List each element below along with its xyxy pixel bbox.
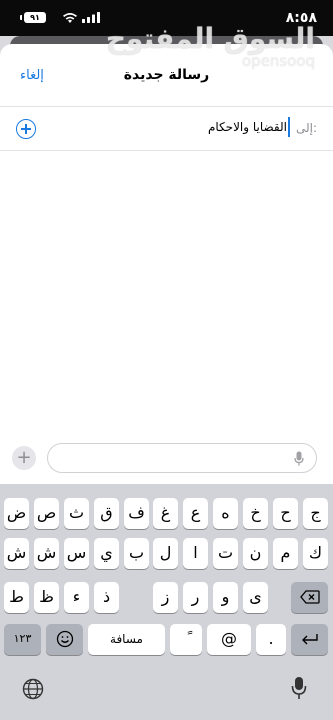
key[interactable]: ه: [213, 498, 238, 529]
key[interactable]: ب: [124, 538, 149, 569]
to-label: إلى:: [295, 121, 317, 135]
key[interactable]: ز: [153, 582, 178, 613]
key[interactable]: ص: [34, 498, 59, 529]
return-icon: [301, 634, 318, 645]
page-title: رسالة جديدة: [123, 67, 210, 83]
emoji-icon: [56, 630, 73, 648]
key[interactable]: و: [213, 582, 238, 613]
wifi-icon: [63, 13, 77, 23]
space-key[interactable]: مسافة: [88, 624, 165, 655]
key[interactable]: ي: [94, 538, 119, 569]
key[interactable]: ك: [303, 538, 328, 569]
attach-plus-icon[interactable]: +: [12, 446, 36, 470]
keyboard: ج ح خ ه ع غ ف ق ث ص ض ك م ن ت ا ل ب ي س …: [0, 484, 333, 720]
backspace-icon: [299, 590, 320, 604]
text-caret: [288, 117, 290, 137]
key[interactable]: خ: [243, 498, 268, 529]
key[interactable]: ت: [213, 538, 238, 569]
recipient-field[interactable]: القضايا والاحكام: [208, 120, 287, 134]
key[interactable]: ظ: [34, 582, 59, 613]
backspace-key[interactable]: [291, 582, 328, 613]
divider: [0, 150, 333, 151]
key[interactable]: ج: [303, 498, 328, 529]
key[interactable]: م: [273, 538, 298, 569]
key[interactable]: ن: [243, 538, 268, 569]
key[interactable]: س: [64, 538, 89, 569]
cellular-signal-icon: [82, 12, 100, 23]
recipient-row[interactable]: القضايا والاحكام إلى:: [0, 107, 333, 151]
key[interactable]: ش: [34, 538, 59, 569]
status-time: ٨:٥٨: [285, 10, 317, 26]
key[interactable]: ع: [183, 498, 208, 529]
tanween-key[interactable]: ً: [170, 624, 202, 655]
key[interactable]: ل: [153, 538, 178, 569]
key[interactable]: ط: [4, 582, 29, 613]
dictation-mic-icon[interactable]: [294, 451, 304, 466]
key[interactable]: ش: [4, 538, 29, 569]
cancel-button[interactable]: إلغاء: [20, 68, 44, 83]
globe-icon[interactable]: [22, 678, 44, 700]
key[interactable]: ا: [183, 538, 208, 569]
key[interactable]: ث: [64, 498, 89, 529]
battery-icon: ٩١: [24, 12, 46, 23]
key[interactable]: ء: [64, 582, 89, 613]
dot-key[interactable]: .: [256, 624, 286, 655]
key[interactable]: غ: [153, 498, 178, 529]
key[interactable]: ذ: [94, 582, 119, 613]
message-input[interactable]: [47, 443, 317, 473]
key[interactable]: ر: [183, 582, 208, 613]
at-key[interactable]: @: [207, 624, 251, 655]
compose-sheet: السوق المفتوح opensooq رسالة جديدة إلغاء…: [0, 22, 333, 484]
key[interactable]: ق: [94, 498, 119, 529]
key[interactable]: ف: [124, 498, 149, 529]
key[interactable]: ح: [273, 498, 298, 529]
mic-icon[interactable]: [291, 676, 307, 700]
compose-bar: +: [0, 440, 333, 480]
numbers-key[interactable]: ١٢٣: [4, 624, 41, 655]
emoji-key[interactable]: [46, 624, 83, 655]
key[interactable]: ض: [4, 498, 29, 529]
status-bar: ٩١ ٨:٥٨: [0, 0, 333, 36]
return-key[interactable]: [291, 624, 328, 655]
add-contact-icon[interactable]: [16, 119, 36, 139]
key[interactable]: ى: [243, 582, 268, 613]
battery-tip: [20, 15, 22, 20]
